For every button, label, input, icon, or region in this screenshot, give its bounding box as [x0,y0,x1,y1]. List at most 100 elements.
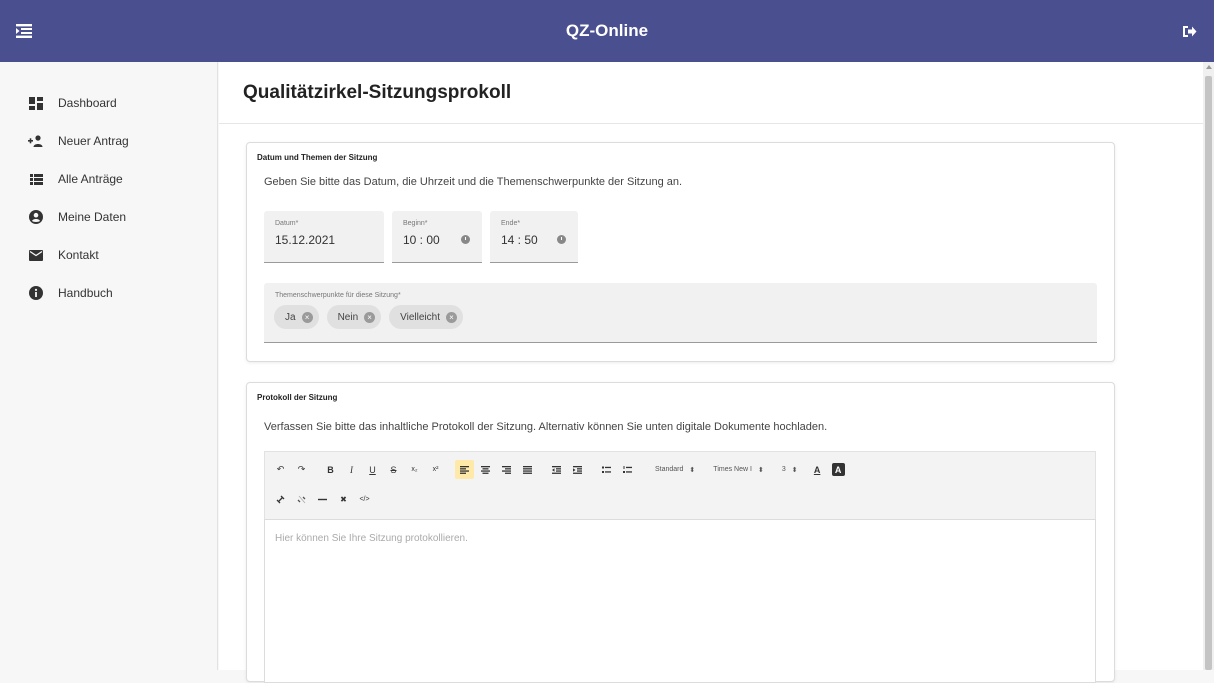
sidebar: Dashboard Neuer Antrag Alle Anträge Mein… [0,62,218,670]
format-select-value: Standard [655,466,684,473]
date-field[interactable]: Datum* 15.12.2021 [264,211,384,263]
begin-value: 10 : 00 [403,233,440,247]
scrollbar-thumb[interactable] [1205,76,1212,670]
strikethrough-button[interactable]: S [384,460,403,479]
page-title: Qualitätzirkel-Sitzungsprokoll [243,81,512,103]
topic-chip[interactable]: Nein × [326,305,382,329]
sidebar-item-neuer-antrag[interactable]: Neuer Antrag [0,122,217,160]
protocol-editor[interactable]: Hier können Sie Ihre Sitzung protokollie… [264,519,1096,683]
bold-button[interactable]: B [321,460,340,479]
page-scrollbar[interactable] [1203,62,1214,670]
toolbar-row-2: ✖ </> [271,490,374,509]
subscript-button[interactable]: x₂ [405,460,424,479]
sidebar-item-meine-daten[interactable]: Meine Daten [0,198,217,236]
sidebar-item-label: Handbuch [58,286,113,300]
main-content: Qualitätzirkel-Sitzungsprokoll Datum und… [219,62,1203,683]
sidebar-item-alle-antraege[interactable]: Alle Anträge [0,160,217,198]
sidebar-item-handbuch[interactable]: Handbuch [0,274,217,312]
bullet-list-icon [602,466,611,473]
indent-icon [573,465,582,474]
clock-icon[interactable] [557,235,566,244]
horizontal-rule-icon [318,498,327,501]
align-justify-icon [523,465,532,474]
outdent-button[interactable] [547,460,566,479]
size-select[interactable]: 3 ⬍ [778,460,802,479]
clock-icon[interactable] [461,235,470,244]
end-time-field[interactable]: Ende* 14 : 50 [490,211,578,263]
link-icon [276,495,285,504]
add-user-icon [28,133,44,149]
numbered-list-icon [623,465,632,473]
app-title: QZ-Online [565,21,649,40]
select-arrow-icon: ⬍ [791,466,798,474]
remove-chip-icon[interactable]: × [301,311,313,323]
unlink-button[interactable] [292,490,311,509]
list-icon [28,171,44,187]
topic-chip[interactable]: Vielleicht × [389,305,463,329]
indent-button[interactable] [568,460,587,479]
protocol-card-title: Protokoll der Sitzung [257,393,338,402]
begin-label: Beginn* [403,220,428,227]
date-value: 15.12.2021 [275,233,336,247]
chip-label: Nein [337,311,359,323]
chip-label: Ja [285,311,296,323]
logout-button[interactable] [1174,15,1206,47]
underline-button[interactable]: U [363,460,382,479]
dashboard-icon [28,95,44,111]
undo-button[interactable]: ↶ [271,460,290,479]
sidebar-item-label: Dashboard [58,96,117,110]
superscript-button[interactable]: x² [426,460,445,479]
topics-field[interactable]: Themenschwerpunkte für diese Sitzung* Ja… [264,283,1097,343]
bullet-list-button[interactable] [597,460,616,479]
topics-label: Themenschwerpunkte für diese Sitzung* [275,292,401,299]
align-center-button[interactable] [476,460,495,479]
logout-icon [1183,25,1197,37]
remove-chip-icon[interactable]: × [445,311,457,323]
editor-placeholder: Hier können Sie Ihre Sitzung protokollie… [275,533,468,544]
clear-format-button[interactable]: ✖ [334,490,353,509]
session-card-title: Datum und Themen der Sitzung [257,153,378,162]
end-value: 14 : 50 [501,233,538,247]
topic-chips: Ja × Nein × Vielleicht × [274,305,463,329]
align-justify-button[interactable] [518,460,537,479]
text-color-button[interactable]: A [808,460,827,479]
session-description: Geben Sie bitte das Datum, die Uhrzeit u… [264,176,683,188]
link-button[interactable] [271,490,290,509]
chip-label: Vielleicht [400,311,440,323]
info-icon [28,285,44,301]
horizontal-rule-button[interactable] [313,490,332,509]
align-left-button[interactable] [455,460,474,479]
redo-button[interactable]: ↷ [292,460,311,479]
date-label: Datum* [275,220,299,227]
topic-chip[interactable]: Ja × [274,305,319,329]
font-select[interactable]: Times New I ⬍ [709,460,768,479]
end-label: Ende* [501,220,521,227]
toolbar-row-1: ↶ ↷ B I U S x₂ x² Standard ⬍ Times New I… [271,460,845,479]
code-view-button[interactable]: </> [355,490,374,509]
app-header: QZ-Online [0,0,1214,62]
outdent-icon [552,465,561,474]
session-card: Datum und Themen der Sitzung Geben Sie b… [246,142,1115,362]
italic-button[interactable]: I [342,460,361,479]
sidebar-item-dashboard[interactable]: Dashboard [0,84,217,122]
select-arrow-icon: ⬍ [757,466,764,474]
protocol-description: Verfassen Sie bitte das inhaltliche Prot… [264,421,828,433]
scroll-up-icon[interactable] [1206,65,1212,69]
align-center-icon [481,465,490,474]
begin-time-field[interactable]: Beginn* 10 : 00 [392,211,482,263]
sidebar-item-label: Neuer Antrag [58,134,129,148]
protocol-card: Protokoll der Sitzung Verfassen Sie bitt… [246,382,1115,683]
numbered-list-button[interactable] [618,460,637,479]
sidebar-item-label: Alle Anträge [58,172,123,186]
align-right-icon [502,465,511,474]
font-select-value: Times New I [713,466,752,473]
format-select[interactable]: Standard ⬍ [651,460,699,479]
mail-icon [28,247,44,263]
background-color-button[interactable]: A [831,463,845,476]
editor-toolbar: ↶ ↷ B I U S x₂ x² Standard ⬍ Times New I… [264,451,1096,519]
sidebar-item-kontakt[interactable]: Kontakt [0,236,217,274]
remove-chip-icon[interactable]: × [364,311,376,323]
align-left-icon [460,465,469,474]
align-right-button[interactable] [497,460,516,479]
size-select-value: 3 [781,466,786,473]
